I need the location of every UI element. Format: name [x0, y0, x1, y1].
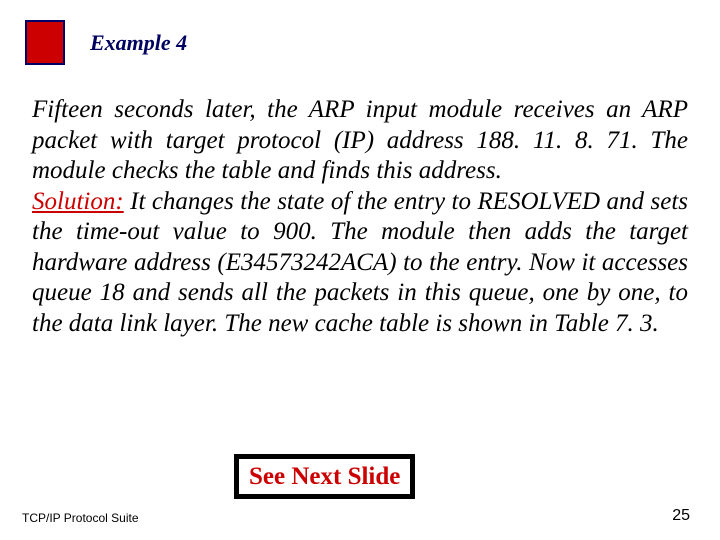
body-content: Fifteen seconds later, the ARP input mod…: [32, 95, 688, 339]
solution-label: Solution:: [32, 188, 124, 215]
decorative-red-box: [25, 20, 65, 65]
footer-title: TCP/IP Protocol Suite: [22, 511, 139, 525]
see-next-slide-button[interactable]: See Next Slide: [234, 454, 415, 499]
page-number: 25: [672, 507, 690, 525]
body-paragraph-1: Fifteen seconds later, the ARP input mod…: [32, 96, 688, 184]
example-title: Example 4: [90, 30, 187, 56]
body-paragraph-2: It changes the state of the entry to RES…: [32, 188, 688, 337]
